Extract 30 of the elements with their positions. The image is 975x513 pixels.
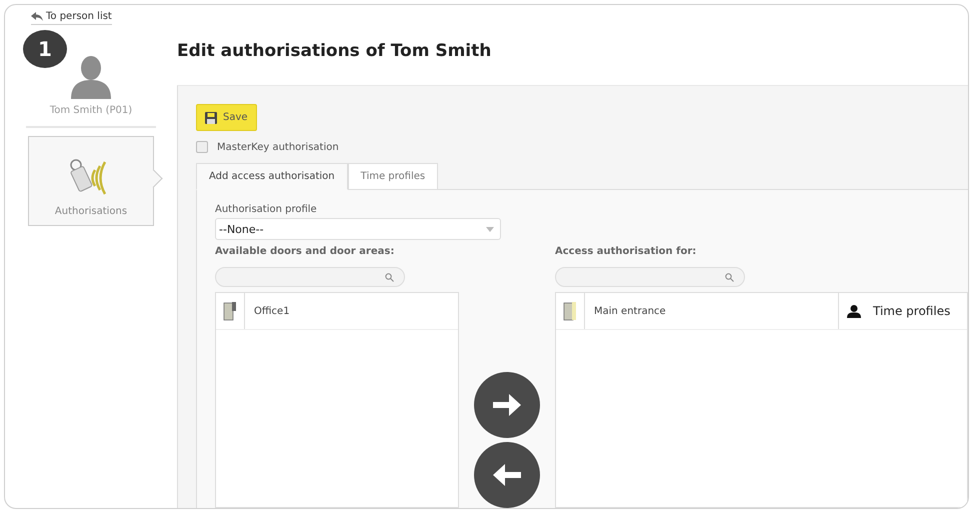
arrow-right-icon bbox=[491, 392, 523, 418]
search-field[interactable] bbox=[555, 267, 745, 287]
list-label: Available doors and door areas: bbox=[215, 246, 396, 257]
back-link[interactable]: To person list bbox=[31, 11, 112, 25]
save-button[interactable]: Save bbox=[196, 104, 257, 131]
arrow-left-icon bbox=[491, 462, 523, 488]
caret-icon bbox=[486, 226, 494, 232]
door-icon bbox=[223, 301, 237, 321]
time-profiles-label: Time profiles bbox=[873, 304, 950, 318]
search-field[interactable] bbox=[215, 267, 405, 287]
masterkey-checkbox[interactable] bbox=[196, 141, 208, 153]
person-name: Tom Smith (P01) bbox=[26, 105, 156, 128]
back-arrow-icon bbox=[31, 12, 43, 21]
list-label: Access authorisation for: bbox=[555, 246, 698, 257]
page-title: Edit authorisations of Tom Smith bbox=[177, 41, 492, 63]
tab[interactable]: Time profiles bbox=[348, 163, 438, 190]
door-name[interactable]: Office1 bbox=[245, 293, 458, 329]
checkbox-label: MasterKey authorisation bbox=[217, 142, 339, 152]
step-badge: 1 bbox=[23, 30, 67, 68]
search-icon bbox=[725, 272, 734, 282]
door-name[interactable]: Main entrance bbox=[585, 293, 839, 329]
floppy-icon bbox=[205, 112, 217, 124]
search-icon bbox=[385, 272, 394, 282]
sidebar-label: Authorisations bbox=[54, 206, 128, 217]
door-icon bbox=[563, 301, 577, 321]
profile-dropdown[interactable]: --None-- bbox=[215, 218, 501, 240]
person-icon bbox=[69, 53, 113, 99]
person-icon bbox=[847, 304, 861, 318]
tab[interactable]: Add access authorisation bbox=[196, 163, 348, 190]
field-label: Authorisation profile bbox=[215, 204, 318, 215]
